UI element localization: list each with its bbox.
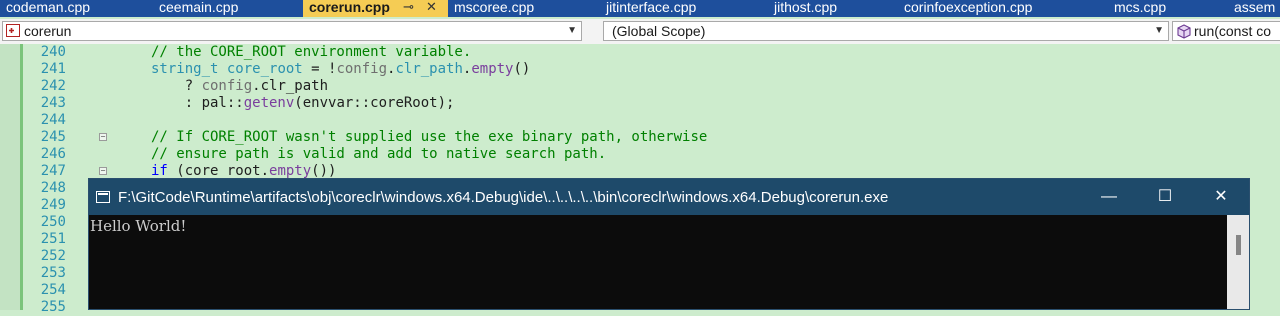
line-number: 243 <box>40 95 66 111</box>
maximize-button[interactable]: ☐ <box>1137 179 1193 215</box>
tab-ceemain[interactable]: ceemain.cpp <box>153 0 303 17</box>
console-app-icon <box>96 191 110 203</box>
code-line[interactable]: 240 // the CORE_ROOT environment variable… <box>0 44 1280 61</box>
close-button[interactable]: ✕ <box>1193 179 1249 215</box>
line-number: 253 <box>40 265 66 281</box>
minimize-button[interactable]: — <box>1081 179 1137 215</box>
code-line[interactable]: 244 <box>0 112 1280 129</box>
collapse-icon[interactable]: − <box>99 133 107 141</box>
code-token: if <box>151 163 168 179</box>
tab-label: mcs.cpp <box>1114 0 1167 15</box>
console-titlebar[interactable]: F:\GitCode\Runtime\artifacts\obj\coreclr… <box>89 179 1249 215</box>
tab-label: assem <box>1234 0 1276 15</box>
line-number: 245 <box>40 129 66 145</box>
code-text: // the CORE_ROOT environment variable. <box>151 44 471 61</box>
tab-label: mscoree.cpp <box>454 0 535 15</box>
line-number: 254 <box>40 282 66 298</box>
scrollbar-thumb[interactable] <box>1236 235 1241 255</box>
chevron-down-icon: ▼ <box>1154 25 1164 36</box>
line-number: 251 <box>40 231 66 247</box>
scope-name: (Global Scope) <box>612 23 706 39</box>
line-number: 242 <box>40 78 66 94</box>
code-token: // If CORE_ROOT wasn't supplied use the … <box>151 129 708 145</box>
code-text: // ensure path is valid and add to nativ… <box>151 146 606 163</box>
code-token: getenv <box>243 95 295 111</box>
code-token: = ! <box>302 61 337 77</box>
navigation-bar: corerun ▼ (Global Scope) ▼ run(const co <box>0 19 1280 45</box>
code-token: config <box>336 61 388 77</box>
code-token: ? <box>151 78 202 94</box>
scope-dropdown[interactable]: (Global Scope) ▼ <box>603 21 1169 41</box>
console-title: F:\GitCode\Runtime\artifacts\obj\coreclr… <box>118 189 889 206</box>
member-dropdown[interactable]: run(const co <box>1172 21 1280 41</box>
console-output: Hello World! <box>90 217 187 235</box>
code-line[interactable]: 245 − // If CORE_ROOT wasn't supplied use … <box>0 129 1280 146</box>
code-token: (core_root. <box>167 163 270 179</box>
code-line[interactable]: 242 ? config.clr_path <box>0 78 1280 95</box>
tab-jithost[interactable]: jithost.cpp <box>768 0 896 17</box>
tab-label: jithost.cpp <box>774 0 838 15</box>
code-token: empty <box>471 61 514 77</box>
code-token: (envvar::coreRoot); <box>294 95 455 111</box>
code-token: config <box>201 78 253 94</box>
project-name: corerun <box>24 23 72 39</box>
line-number: 244 <box>40 112 66 128</box>
code-token: string_t <box>151 61 219 77</box>
code-line[interactable]: 246 // ensure path is valid and add to na… <box>0 146 1280 163</box>
close-icon[interactable]: ✕ <box>426 0 437 14</box>
code-token: // the CORE_ROOT environment variable. <box>151 44 472 60</box>
code-token: : pal:: <box>151 95 244 111</box>
line-number: 250 <box>40 214 66 230</box>
console-output-area[interactable]: Hello World! <box>89 215 1249 309</box>
cpp-project-icon <box>6 24 20 37</box>
line-number: 248 <box>40 180 66 196</box>
tab-codeman[interactable]: codeman.cpp <box>0 0 150 17</box>
method-cube-icon <box>1177 24 1191 39</box>
tab-mscoree[interactable]: mscoree.cpp <box>448 0 598 17</box>
code-text: // If CORE_ROOT wasn't supplied use the … <box>151 129 707 146</box>
code-line[interactable]: 241 string_t core_root = !config.clr_path… <box>0 61 1280 78</box>
collapse-icon[interactable]: − <box>99 167 107 175</box>
code-token: () <box>513 61 531 77</box>
pin-icon[interactable]: ⊸ <box>403 0 414 14</box>
line-number: 255 <box>40 299 66 315</box>
tab-label: jitinterface.cpp <box>606 0 697 15</box>
code-token: . <box>252 78 261 94</box>
line-number: 241 <box>40 61 66 77</box>
chevron-down-icon: ▼ <box>567 25 577 36</box>
tab-label: ceemain.cpp <box>159 0 239 15</box>
code-text: string_t core_root = !config.clr_path.em… <box>151 61 530 78</box>
tab-assem[interactable]: assem <box>1228 0 1280 17</box>
line-number: 252 <box>40 248 66 264</box>
member-name: run(const co <box>1194 23 1272 39</box>
tab-corinfoexception[interactable]: corinfoexception.cpp <box>898 0 1106 17</box>
code-token: clr_path <box>395 61 463 77</box>
tab-mcs[interactable]: mcs.cpp <box>1108 0 1228 17</box>
tab-corerun[interactable]: corerun.cpp ⊸ ✕ <box>303 0 448 17</box>
code-text: : pal::getenv(envvar::coreRoot); <box>151 95 455 112</box>
line-number: 247 <box>40 163 66 179</box>
code-line[interactable]: 243 : pal::getenv(envvar::coreRoot); <box>0 95 1280 112</box>
code-token: empty <box>269 163 312 179</box>
line-number: 246 <box>40 146 66 162</box>
code-token: // ensure path is valid and add to nativ… <box>151 146 607 162</box>
tab-label: corinfoexception.cpp <box>904 0 1033 15</box>
document-tab-strip: codeman.cpp ceemain.cpp corerun.cpp ⊸ ✕ … <box>0 0 1280 17</box>
console-scrollbar[interactable] <box>1227 215 1249 309</box>
tab-label: codeman.cpp <box>6 0 91 15</box>
code-token: clr_path <box>260 78 329 94</box>
console-window[interactable]: F:\GitCode\Runtime\artifacts\obj\coreclr… <box>88 178 1250 310</box>
code-token: core_root <box>226 61 303 77</box>
line-number: 240 <box>40 44 66 60</box>
project-dropdown[interactable]: corerun ▼ <box>2 21 582 41</box>
code-text: ? config.clr_path <box>151 78 328 95</box>
tab-label: corerun.cpp <box>309 0 390 15</box>
line-number: 249 <box>40 197 66 213</box>
code-token: ()) <box>311 163 337 179</box>
tab-jitinterface[interactable]: jitinterface.cpp <box>600 0 765 17</box>
